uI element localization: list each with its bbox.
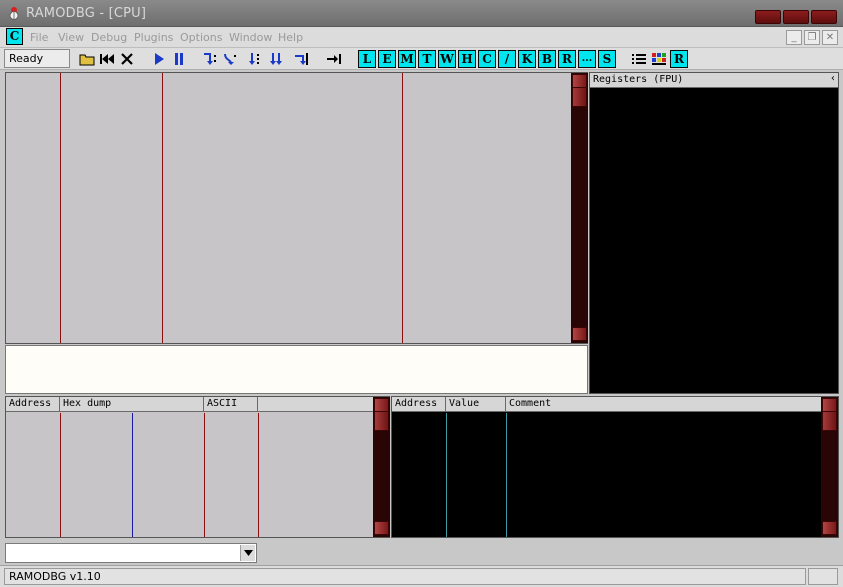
- status-text: RAMODBG v1.10: [4, 568, 806, 585]
- status-cell-extra: [808, 568, 838, 585]
- combo-dropdown-button[interactable]: [240, 545, 255, 561]
- dump-header-address[interactable]: Address: [6, 397, 60, 412]
- scroll-thumb[interactable]: [822, 411, 837, 431]
- cpu-window-button[interactable]: C: [478, 50, 496, 68]
- registers-title: Registers (FPU): [593, 74, 684, 85]
- trace-into-icon[interactable]: [248, 50, 266, 68]
- scroll-down-arrow[interactable]: [822, 521, 837, 535]
- menu-view[interactable]: View: [58, 31, 84, 44]
- handles-window-button[interactable]: H: [458, 50, 476, 68]
- column-separator: [60, 73, 61, 343]
- column-separator: [446, 413, 447, 537]
- step-into-icon[interactable]: [201, 50, 219, 68]
- pause-icon[interactable]: [170, 50, 188, 68]
- disassembly-scrollbar[interactable]: [571, 73, 588, 343]
- stack-header-comment[interactable]: Comment: [506, 397, 821, 412]
- modules-window-button[interactable]: E: [378, 50, 396, 68]
- log-window-button[interactable]: L: [358, 50, 376, 68]
- scroll-thumb[interactable]: [572, 87, 587, 107]
- maximize-button[interactable]: [783, 10, 809, 24]
- scroll-down-arrow[interactable]: [572, 327, 587, 341]
- list-view-icon[interactable]: [630, 50, 648, 68]
- menu-bar: C File View Debug Plugins Options Window…: [0, 27, 843, 48]
- status-bar: RAMODBG v1.10: [0, 565, 843, 587]
- trace-over-icon[interactable]: [268, 50, 286, 68]
- column-separator: [162, 73, 163, 343]
- registers-window-button[interactable]: R: [670, 50, 688, 68]
- menu-plugins[interactable]: Plugins: [134, 31, 173, 44]
- column-separator: [132, 413, 133, 537]
- dump-pane[interactable]: Address Hex dump ASCII: [5, 396, 390, 538]
- chevron-left-icon[interactable]: ‹: [830, 73, 836, 84]
- menu-debug[interactable]: Debug: [91, 31, 127, 44]
- execute-till-return-icon[interactable]: [292, 50, 310, 68]
- command-combobox[interactable]: [5, 543, 257, 563]
- stack-header-value[interactable]: Value: [446, 397, 506, 412]
- dump-header-hex[interactable]: Hex dump: [60, 397, 204, 412]
- mdi-restore-button[interactable]: ❐: [804, 30, 820, 45]
- window-title: RAMODBG - [CPU]: [26, 6, 147, 21]
- scroll-up-arrow[interactable]: [822, 398, 837, 412]
- windows-window-button[interactable]: W: [438, 50, 456, 68]
- source-window-button[interactable]: S: [598, 50, 616, 68]
- title-bar[interactable]: RAMODBG - [CPU]: [0, 0, 843, 27]
- stack-pane[interactable]: Address Value Comment: [391, 396, 839, 538]
- scroll-up-arrow[interactable]: [572, 74, 587, 88]
- step-over-icon[interactable]: [221, 50, 239, 68]
- registers-pane[interactable]: Registers (FPU) ‹: [589, 72, 839, 394]
- restart-icon[interactable]: [98, 50, 116, 68]
- column-separator: [204, 413, 205, 537]
- run-trace-window-button[interactable]: ...: [578, 50, 596, 68]
- run-icon[interactable]: [150, 50, 168, 68]
- disassembly-pane[interactable]: [5, 72, 588, 344]
- open-folder-icon[interactable]: [78, 50, 96, 68]
- close-program-icon[interactable]: [118, 50, 136, 68]
- scroll-down-arrow[interactable]: [374, 521, 389, 535]
- menu-options[interactable]: Options: [180, 31, 222, 44]
- column-separator: [506, 413, 507, 537]
- info-pane: [5, 345, 588, 394]
- stack-header-address[interactable]: Address: [392, 397, 446, 412]
- menu-window[interactable]: Window: [229, 31, 272, 44]
- appearance-grid-icon[interactable]: [650, 50, 668, 68]
- patches-window-button[interactable]: /: [498, 50, 516, 68]
- debug-status: Ready: [4, 49, 70, 68]
- dump-scrollbar[interactable]: [373, 397, 390, 537]
- app-bug-icon: [9, 7, 19, 20]
- toolbar: Ready L E M T W H C / K B R ... S R: [0, 48, 843, 70]
- chevron-down-icon: [243, 550, 253, 556]
- column-separator: [60, 413, 61, 537]
- menu-file[interactable]: File: [30, 31, 48, 44]
- stack-scrollbar[interactable]: [821, 397, 838, 537]
- mdi-minimize-button[interactable]: _: [786, 30, 802, 45]
- minimize-button[interactable]: [755, 10, 781, 24]
- threads-window-button[interactable]: T: [418, 50, 436, 68]
- column-separator: [258, 413, 259, 537]
- mdi-close-button[interactable]: ✕: [822, 30, 838, 45]
- scroll-up-arrow[interactable]: [374, 398, 389, 412]
- scroll-thumb[interactable]: [374, 411, 389, 431]
- close-button[interactable]: [811, 10, 837, 24]
- memory-window-button[interactable]: M: [398, 50, 416, 68]
- cpu-window-icon[interactable]: C: [6, 28, 23, 45]
- menu-help[interactable]: Help: [278, 31, 303, 44]
- go-to-address-icon[interactable]: [325, 50, 343, 68]
- dump-header-blank[interactable]: [258, 397, 373, 412]
- references-window-button[interactable]: R: [558, 50, 576, 68]
- call-stack-window-button[interactable]: K: [518, 50, 536, 68]
- breakpoints-window-button[interactable]: B: [538, 50, 556, 68]
- dump-header-ascii[interactable]: ASCII: [204, 397, 258, 412]
- command-input[interactable]: [8, 545, 238, 561]
- registers-header[interactable]: Registers (FPU) ‹: [590, 73, 838, 88]
- column-separator: [402, 73, 403, 343]
